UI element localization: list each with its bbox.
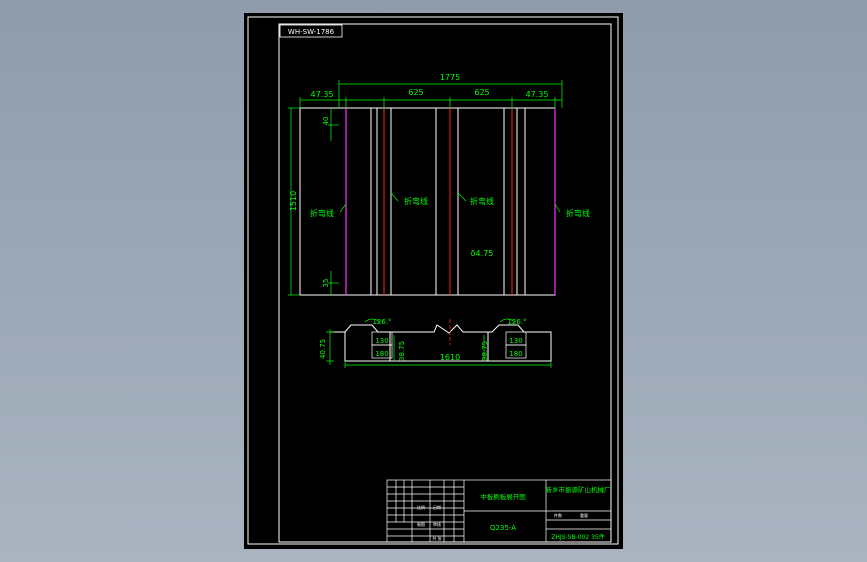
dim-span-right: 625 xyxy=(474,88,489,97)
label-checked: 审核 xyxy=(433,521,441,527)
top-dimensions xyxy=(288,80,563,296)
dim-edge-left: 47.35 xyxy=(311,90,334,99)
dim-130-left: 130 xyxy=(375,337,388,345)
company-name: 新乡市振源矿山机械厂 xyxy=(546,485,612,494)
dim-section-length: 1610 xyxy=(440,353,460,362)
drawing-number: ZHJS-SB-002 35件 xyxy=(551,533,604,541)
doc-code: WH-SW-1786 xyxy=(288,28,335,36)
dim-180-right: 180 xyxy=(509,350,522,358)
label-weight: 重量 xyxy=(580,512,588,518)
label-date: 日期 xyxy=(433,504,441,510)
material: Q235-A xyxy=(490,524,516,532)
fold-label-2: 折弯线 xyxy=(404,196,428,206)
dim-130-right: 130 xyxy=(509,337,522,345)
dim-span-left: 625 xyxy=(408,88,423,97)
label-drawn: 制图 xyxy=(417,521,425,527)
thickness-label: δ4.75 xyxy=(471,249,494,258)
dim-180-left: 180 xyxy=(375,350,388,358)
label-sheet: 共 张 xyxy=(432,535,441,541)
part-name: 中板刷板展开图 xyxy=(480,492,526,501)
label-scale: 比例 xyxy=(417,504,425,510)
cad-drawing: WH-SW-1786 1775 47.35 625 625 47.35 1510… xyxy=(247,16,619,545)
dim-depth-right: 38.75 xyxy=(481,341,489,361)
dim-height: 1510 xyxy=(289,191,298,211)
dim-overall-width: 1775 xyxy=(440,73,460,82)
outer-frame xyxy=(247,16,619,545)
dim-depth-mid: 38.75 xyxy=(398,341,406,361)
dim-depth-left: 40.75 xyxy=(319,339,327,359)
dim-bottom-margin: 35 xyxy=(322,279,330,288)
drawing-sheet: WH-SW-1786 1775 47.35 625 625 47.35 1510… xyxy=(244,13,623,549)
fold-label-3: 折弯线 xyxy=(470,196,494,206)
angle-right: 126.° xyxy=(507,318,526,326)
label-count: 件数 xyxy=(554,512,562,518)
angle-left: 126.° xyxy=(372,318,391,326)
fold-label-1: 折弯线 xyxy=(310,208,334,218)
dim-edge-right: 47.35 xyxy=(526,90,549,99)
dim-top-margin: 40 xyxy=(322,117,330,126)
fold-label-4: 折弯线 xyxy=(566,208,590,218)
